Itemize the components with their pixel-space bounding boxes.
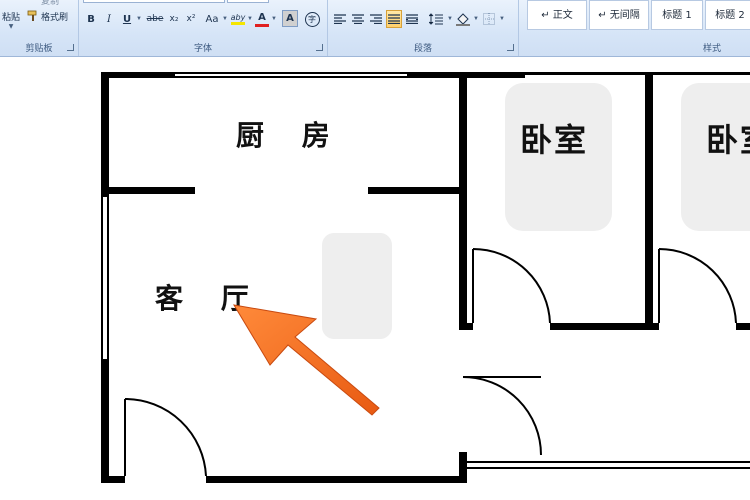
enclose-char-label: 字	[304, 11, 320, 27]
align-center-icon	[352, 14, 364, 24]
style-no-spacing-label: ↵ 无间隔	[598, 10, 640, 21]
italic-label: I	[107, 13, 111, 25]
font-color-dropdown-icon[interactable]: ▼	[271, 16, 277, 22]
highlight-color-bar	[231, 22, 245, 25]
line-spacing-button[interactable]	[426, 10, 446, 28]
font-group: B I U ▼ abe x₂ x² Aa ▼ aby ▼ A ▼ A 字 字体	[79, 0, 328, 56]
style-heading-1[interactable]: 标题 1	[651, 0, 703, 30]
change-case-button[interactable]: Aa	[202, 10, 222, 28]
italic-button[interactable]: I	[101, 10, 117, 28]
clipboard-group: 粘贴 ▼ 复制 格式刷 剪贴板	[0, 0, 79, 56]
paint-bucket-icon	[456, 12, 470, 26]
style-normal-label: ↵ 正文	[541, 10, 573, 21]
clipboard-launcher-icon[interactable]	[67, 44, 74, 51]
strikethrough-label: abe	[146, 14, 164, 24]
distribute-button[interactable]	[404, 10, 420, 28]
change-case-label: Aa	[205, 13, 219, 25]
char-shading-label: A	[286, 13, 294, 24]
char-shading-button[interactable]: A	[282, 10, 298, 27]
style-normal[interactable]: ↵ 正文	[527, 0, 587, 30]
enclose-char-button[interactable]: 字	[303, 10, 321, 28]
font-group-label: 字体	[193, 44, 212, 54]
ribbon: 粘贴 ▼ 复制 格式刷 剪贴板 B I U ▼ abe x₂ x² Aa ▼ a…	[0, 0, 750, 57]
paste-button[interactable]: 粘贴 ▼	[0, 2, 22, 32]
subscript-label: x₂	[169, 14, 179, 24]
bold-label: B	[87, 13, 95, 25]
copy-label: 复制	[41, 0, 60, 7]
paragraph-group: ▼ ▼ ▼ 段落	[328, 0, 519, 56]
strikethrough-button[interactable]: abe	[145, 10, 165, 28]
superscript-button[interactable]: x²	[183, 10, 199, 28]
align-center-button[interactable]	[350, 10, 366, 28]
style-heading-2[interactable]: 标题 2	[705, 0, 750, 30]
style-no-spacing[interactable]: ↵ 无间隔	[589, 0, 649, 30]
highlight-button[interactable]: aby	[229, 10, 247, 28]
font-launcher-icon[interactable]	[316, 44, 323, 51]
highlight-label: aby	[230, 13, 246, 22]
line-spacing-icon	[429, 13, 443, 25]
font-color-button[interactable]: A	[254, 10, 270, 28]
copy-button[interactable]: 复制	[24, 0, 72, 7]
pointer-arrow-icon	[233, 304, 380, 416]
styles-group: ↵ 正文 ↵ 无间隔 标题 1 标题 2 样式	[519, 0, 750, 56]
borders-dropdown-icon[interactable]: ▼	[499, 16, 505, 22]
align-right-icon	[370, 14, 382, 24]
font-color-bar	[255, 23, 269, 27]
font-size-combo[interactable]	[227, 0, 269, 3]
justify-icon	[388, 14, 400, 24]
bold-button[interactable]: B	[83, 10, 99, 28]
paragraph-group-label: 段落	[413, 44, 432, 54]
paste-dropdown-icon: ▼	[8, 23, 14, 30]
change-case-dropdown-icon[interactable]: ▼	[222, 16, 228, 22]
format-painter-label: 格式刷	[41, 12, 69, 23]
align-left-button[interactable]	[332, 10, 348, 28]
font-name-combo[interactable]	[83, 0, 225, 3]
align-right-button[interactable]	[368, 10, 384, 28]
shading-dropdown-icon[interactable]: ▼	[473, 16, 479, 22]
highlight-dropdown-icon[interactable]: ▼	[247, 16, 253, 22]
document-canvas: 厨 房 卧室 卧室 客 厅	[0, 57, 750, 500]
borders-button[interactable]	[480, 10, 498, 28]
underline-label: U	[122, 13, 132, 25]
styles-group-label: 样式	[702, 44, 721, 54]
line-spacing-dropdown-icon[interactable]: ▼	[447, 16, 453, 22]
align-left-icon	[334, 14, 346, 24]
paste-label: 粘贴	[1, 13, 20, 23]
underline-dropdown-icon[interactable]: ▼	[136, 16, 142, 22]
format-painter-icon	[27, 10, 37, 21]
superscript-label: x²	[186, 14, 196, 24]
style-heading-2-label: 标题 2	[715, 10, 745, 21]
font-color-label: A	[258, 11, 266, 23]
subscript-button[interactable]: x₂	[166, 10, 182, 28]
shading-button[interactable]	[454, 10, 472, 28]
justify-button[interactable]	[386, 10, 402, 28]
format-painter-button[interactable]: 格式刷	[26, 9, 76, 23]
distribute-icon	[406, 14, 418, 24]
paragraph-launcher-icon[interactable]	[507, 44, 514, 51]
style-heading-1-label: 标题 1	[662, 10, 692, 21]
borders-icon	[483, 13, 495, 25]
underline-button[interactable]: U	[119, 10, 135, 28]
